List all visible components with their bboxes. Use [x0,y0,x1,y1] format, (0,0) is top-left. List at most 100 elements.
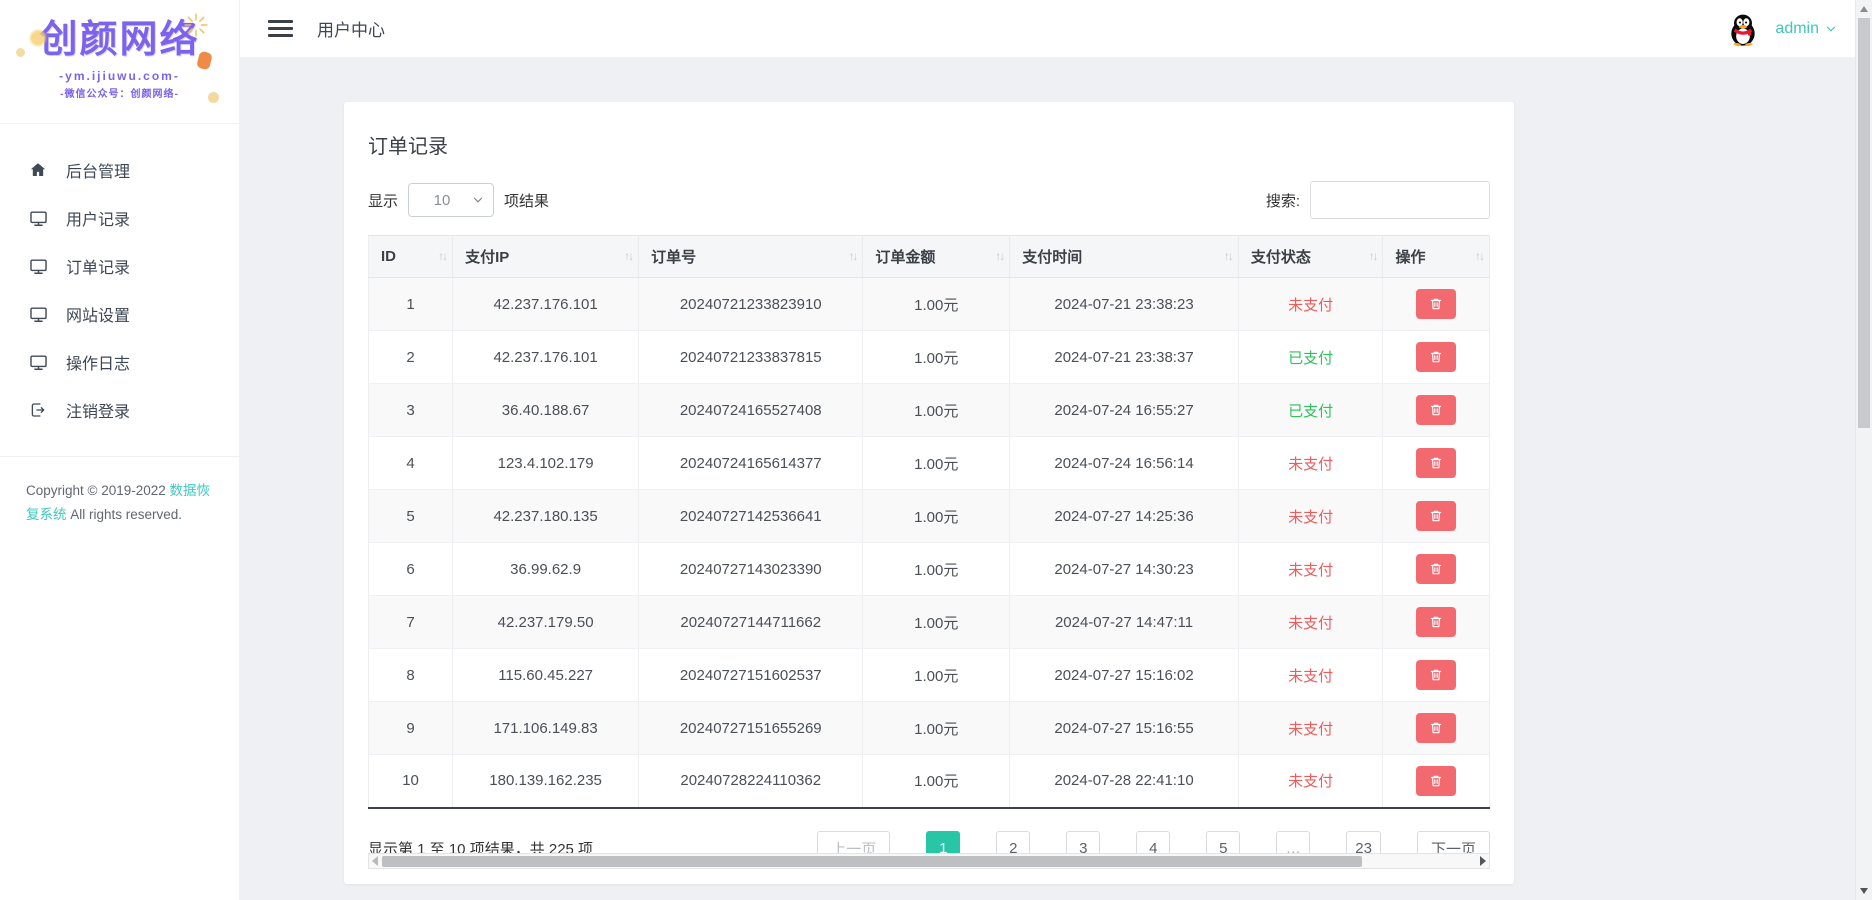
avatar[interactable] [1725,11,1761,47]
delete-button[interactable] [1416,342,1456,372]
chevron-down-icon [471,193,485,207]
cell-action [1383,437,1490,490]
cell-action [1383,278,1490,331]
column-header-pay-ip[interactable]: 支付IP↑↓ [453,236,639,278]
cell-pay-time: 2024-07-24 16:56:14 [1010,437,1239,490]
cell-pay-ip: 42.237.176.101 [453,278,639,331]
sort-icon: ↑↓ [1224,249,1232,263]
cell-pay-ip: 180.139.162.235 [453,755,639,808]
delete-button[interactable] [1416,289,1456,319]
cell-id: 9 [369,702,453,755]
column-label: 支付IP [465,249,509,266]
search-input[interactable] [1310,181,1490,219]
logo: 创颜网络 -ym.ijiuwu.com- -微信公众号：创颜网络- [0,0,239,124]
cell-amount: 1.00元 [863,437,1010,490]
cell-amount: 1.00元 [863,278,1010,331]
cell-pay-ip: 42.237.180.135 [453,490,639,543]
logo-decoration-dot [30,30,46,46]
status-badge: 未支付 [1288,668,1333,685]
orders-table-head-row: ID↑↓支付IP↑↓订单号↑↓订单金额↑↓支付时间↑↓支付状态↑↓操作↑↓ [369,236,1490,278]
hamburger-icon[interactable] [268,20,293,37]
column-label: 支付时间 [1022,249,1082,266]
sidebar-item-dashboard[interactable]: 后台管理 [0,146,239,194]
qq-penguin-icon [1725,11,1761,47]
orders-table-body: 142.237.176.101202407212338239101.00元202… [369,278,1490,808]
delete-button[interactable] [1416,766,1456,796]
scroll-up-arrow-icon[interactable] [1860,6,1868,12]
sidebar-item-operation-logs[interactable]: 操作日志 [0,338,239,386]
cell-id: 7 [369,596,453,649]
table-row: 336.40.188.67202407241655274081.00元2024-… [369,384,1490,437]
page-length-select[interactable]: 10 [408,183,494,217]
horizontal-scrollbar-thumb[interactable] [382,856,1362,867]
table-row: 242.237.176.101202407212338378151.00元202… [369,331,1490,384]
vertical-scrollbar-thumb[interactable] [1858,18,1870,428]
scroll-right-arrow-icon[interactable] [1480,856,1486,866]
cell-order-no: 20240727144711662 [639,596,863,649]
column-header-amount[interactable]: 订单金额↑↓ [863,236,1010,278]
sidebar-menu: 后台管理用户记录订单记录网站设置操作日志注销登录 [0,124,239,434]
cell-order-no: 20240727151655269 [639,702,863,755]
username[interactable]: admin [1775,20,1819,38]
cell-order-no: 20240724165527408 [639,384,863,437]
home-icon [28,160,48,180]
sort-icon: ↑↓ [848,249,856,263]
logo-decoration-dot [208,92,219,103]
user-menu[interactable]: admin [1725,11,1838,47]
column-label: ID [381,248,396,265]
sidebar-item-order-records[interactable]: 订单记录 [0,242,239,290]
delete-button[interactable] [1416,501,1456,531]
copyright-suffix: All rights reserved. [67,507,183,522]
orders-card: 订单记录 显示 10 项结果 搜索: [344,102,1514,884]
cell-action [1383,649,1490,702]
cell-action [1383,755,1490,808]
cell-pay-ip: 42.237.179.50 [453,596,639,649]
sidebar-item-label: 订单记录 [66,254,130,278]
cell-pay-ip: 123.4.102.179 [453,437,639,490]
sort-icon: ↑↓ [1368,249,1376,263]
cell-action [1383,331,1490,384]
sidebar-item-user-records[interactable]: 用户记录 [0,194,239,242]
column-label: 操作 [1395,249,1425,266]
cell-status: 未支付 [1238,490,1383,543]
sidebar-item-logout[interactable]: 注销登录 [0,386,239,434]
sidebar-item-site-settings[interactable]: 网站设置 [0,290,239,338]
column-header-order-no[interactable]: 订单号↑↓ [639,236,863,278]
column-header-id[interactable]: ID↑↓ [369,236,453,278]
delete-button[interactable] [1416,713,1456,743]
page: 创颜网络 -ym.ijiuwu.com- -微信公众号：创颜网络- 后台管理用户… [0,0,1872,900]
cell-amount: 1.00元 [863,384,1010,437]
delete-button[interactable] [1416,448,1456,478]
delete-button[interactable] [1416,607,1456,637]
delete-button[interactable] [1416,660,1456,690]
column-header-status[interactable]: 支付状态↑↓ [1238,236,1383,278]
orders-table: ID↑↓支付IP↑↓订单号↑↓订单金额↑↓支付时间↑↓支付状态↑↓操作↑↓ 14… [368,235,1490,809]
horizontal-scrollbar [368,853,1490,869]
status-badge: 已支付 [1288,350,1333,367]
brand-domain: -ym.ijiuwu.com- [0,69,239,83]
delete-button[interactable] [1416,554,1456,584]
cell-pay-time: 2024-07-27 14:25:36 [1010,490,1239,543]
cell-pay-time: 2024-07-27 15:16:55 [1010,702,1239,755]
cell-status: 未支付 [1238,755,1383,808]
scroll-down-arrow-icon[interactable] [1860,888,1868,894]
cell-order-no: 20240724165614377 [639,437,863,490]
column-header-pay-time[interactable]: 支付时间 ↑↓ [1010,236,1239,278]
cell-status: 已支付 [1238,331,1383,384]
status-badge: 未支付 [1288,773,1333,790]
monitor-icon [28,304,48,324]
cell-amount: 1.00元 [863,702,1010,755]
cell-amount: 1.00元 [863,649,1010,702]
cell-pay-time: 2024-07-27 14:30:23 [1010,543,1239,596]
delete-button[interactable] [1416,395,1456,425]
column-header-action[interactable]: 操作↑↓ [1383,236,1490,278]
cell-status: 未支付 [1238,278,1383,331]
table-row: 10180.139.162.235202407282241103621.00元2… [369,755,1490,808]
sort-icon: ↑↓ [995,249,1003,263]
scroll-left-arrow-icon[interactable] [372,856,378,866]
card-title: 订单记录 [368,130,1490,159]
status-badge: 未支付 [1288,297,1333,314]
cell-action [1383,596,1490,649]
status-badge: 未支付 [1288,721,1333,738]
length-label-suffix: 项结果 [504,190,549,211]
